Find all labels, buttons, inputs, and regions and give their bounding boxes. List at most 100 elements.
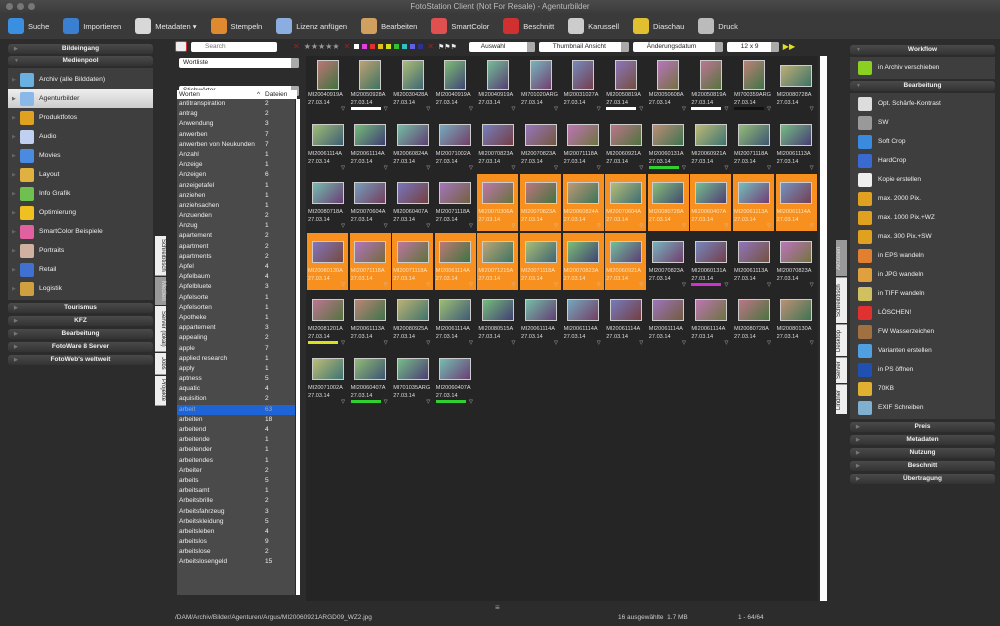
thumbnail-menu-icon[interactable]: ▽ bbox=[469, 399, 473, 405]
toolbar-button-9[interactable]: Diaschau bbox=[633, 18, 684, 34]
search-input[interactable] bbox=[191, 41, 277, 52]
section-header[interactable]: KFZ bbox=[8, 316, 153, 326]
thumbnail-menu-icon[interactable]: ▽ bbox=[469, 106, 473, 112]
thumbnail[interactable]: MI20061113A 27.03.14 ▽ bbox=[350, 291, 391, 348]
word-row[interactable]: Arbeitskleidung 5 bbox=[177, 517, 295, 527]
thumbnail-menu-icon[interactable]: ▽ bbox=[810, 165, 814, 171]
thumbnail[interactable]: MI20071118A 27.03.14 ▽ bbox=[563, 116, 604, 173]
action-item[interactable]: in EPS wandeln bbox=[850, 246, 995, 265]
thumbnail[interactable]: MI20061114A 27.03.14 ▽ bbox=[307, 116, 348, 173]
tab-left-4[interactable]: Projekte bbox=[155, 376, 166, 406]
thumbnail[interactable]: MI20070604A 27.03.14 ▽ bbox=[350, 174, 391, 231]
thumbnail-menu-icon[interactable]: ▽ bbox=[810, 340, 814, 346]
thumbnail-menu-icon[interactable]: ▽ bbox=[554, 340, 558, 346]
tab-right-1[interactable]: Schreibtisch bbox=[836, 277, 847, 323]
word-row[interactable]: arbeiten 18 bbox=[177, 415, 295, 425]
thumbnail[interactable]: MI20080925A 27.03.14 ▽ bbox=[392, 291, 433, 348]
word-row[interactable]: Anzeige 1 bbox=[177, 160, 295, 170]
action-item[interactable]: in PS öffnen bbox=[850, 360, 995, 379]
thumbnail-menu-icon[interactable]: ▽ bbox=[767, 340, 771, 346]
section-header[interactable]: FotoWare 8 Server bbox=[8, 342, 153, 352]
action-item[interactable]: LÖSCHEN! bbox=[850, 303, 995, 322]
word-row[interactable]: Arbeitslosengeld 15 bbox=[177, 557, 295, 567]
section-header[interactable]: Nutzung bbox=[850, 448, 995, 458]
thumbnail-menu-icon[interactable]: ▽ bbox=[341, 340, 345, 346]
thumbnail[interactable]: MI20061113A 27.03.14 ▽ bbox=[733, 174, 774, 232]
thumbnail[interactable]: MI20060407A 27.03.14 ▽ bbox=[690, 174, 732, 232]
thumbnail[interactable]: MI20070604A 27.03.14 ▽ bbox=[605, 174, 647, 232]
fast-forward-icon[interactable]: ▶▶ bbox=[783, 42, 795, 51]
thumbnail-menu-icon[interactable]: ▽ bbox=[682, 106, 686, 112]
action-item[interactable]: max. 2000 Pix. bbox=[850, 189, 995, 208]
action-item[interactable]: HardCrop bbox=[850, 151, 995, 170]
word-row[interactable]: Apfelsorten 1 bbox=[177, 303, 295, 313]
thumbnail-menu-icon[interactable]: ▽ bbox=[426, 282, 430, 288]
thumbnail-menu-icon[interactable]: ▽ bbox=[725, 223, 729, 229]
word-row[interactable]: applied research 1 bbox=[177, 354, 295, 364]
archive-item[interactable]: Produktfotos bbox=[8, 108, 153, 127]
color-label-swatch[interactable] bbox=[402, 44, 408, 49]
thumbnail-menu-icon[interactable]: ▽ bbox=[384, 399, 388, 405]
word-row[interactable]: Apfelsorte 1 bbox=[177, 293, 295, 303]
color-label-swatch[interactable] bbox=[370, 44, 376, 49]
thumbnail[interactable]: MI20060131A 27.03.14 ▽ bbox=[648, 116, 689, 173]
action-item[interactable]: Soft Crop bbox=[850, 132, 995, 151]
thumbnail[interactable]: MI20061114A 27.03.14 ▽ bbox=[520, 291, 561, 348]
thumbnail-menu-icon[interactable]: ▽ bbox=[597, 282, 601, 288]
archive-item[interactable]: Archiv (alle Bilddaten) bbox=[8, 70, 153, 89]
word-row[interactable]: arbeitender 1 bbox=[177, 445, 295, 455]
tab-left-2[interactable]: Server (lokal) bbox=[155, 306, 166, 352]
word-row[interactable]: apartement 2 bbox=[177, 231, 295, 241]
thumbnail[interactable]: MI20071118A 27.03.14 ▽ bbox=[435, 174, 476, 231]
thumbnail[interactable]: MI20071215A 27.03.14 ▽ bbox=[477, 232, 519, 290]
thumbnail-menu-icon[interactable]: ▽ bbox=[639, 340, 643, 346]
word-row[interactable]: Arbeiter 2 bbox=[177, 466, 295, 476]
thumbnail-menu-icon[interactable]: ▽ bbox=[554, 165, 558, 171]
thumbnail[interactable]: MI20060921A 27.03.14 ▽ bbox=[605, 116, 646, 173]
thumbnail-menu-icon[interactable]: ▽ bbox=[810, 282, 814, 288]
thumbnail[interactable]: MI20071118A 27.03.14 ▽ bbox=[520, 232, 561, 290]
thumbnail[interactable]: MI20080728A 27.03.14 ▽ bbox=[733, 291, 774, 348]
thumbnail-menu-icon[interactable]: ▽ bbox=[767, 106, 771, 112]
word-row[interactable]: apartments 2 bbox=[177, 252, 295, 262]
word-row[interactable]: apple 7 bbox=[177, 344, 295, 354]
action-item[interactable]: Opt. Schärfe-Kontrast bbox=[850, 94, 995, 113]
thumbnail-menu-icon[interactable]: ▽ bbox=[554, 223, 558, 229]
thumbnail[interactable]: MI20070823A 27.03.14 ▽ bbox=[520, 116, 561, 173]
archive-item[interactable]: Portraits bbox=[8, 241, 153, 260]
thumbnail-menu-icon[interactable]: ▽ bbox=[469, 282, 473, 288]
thumbnail-menu-icon[interactable]: ▽ bbox=[341, 223, 345, 229]
action-item[interactable]: in JPG wandeln bbox=[850, 265, 995, 284]
thumbnail[interactable]: MI20061114A 27.03.14 ▽ bbox=[690, 291, 731, 348]
thumbnail-menu-icon[interactable]: ▽ bbox=[767, 282, 771, 288]
toolbar-button-10[interactable]: Druck bbox=[698, 18, 738, 34]
action-item[interactable]: FW Wasserzeichen bbox=[850, 322, 995, 341]
word-row[interactable]: arbeitsamt 1 bbox=[177, 486, 295, 496]
thumbnail-menu-icon[interactable]: ▽ bbox=[512, 282, 516, 288]
thumbnail-menu-icon[interactable]: ▽ bbox=[512, 165, 516, 171]
thumbnail-menu-icon[interactable]: ▽ bbox=[639, 106, 643, 112]
archive-item[interactable]: Retail bbox=[8, 260, 153, 279]
action-item[interactable]: Varianten erstellen bbox=[850, 341, 995, 360]
thumbnail[interactable]: MI20061114A 27.03.14 ▽ bbox=[648, 291, 689, 348]
tab-right-0[interactable]: Aktionen bbox=[836, 240, 847, 276]
view-dropdown[interactable]: Thumbnail Ansicht bbox=[538, 41, 629, 52]
thumbnail-menu-icon[interactable]: ▽ bbox=[469, 340, 473, 346]
thumbnail[interactable]: MI20071002A 27.03.14 ▽ bbox=[435, 116, 476, 173]
word-row[interactable]: Anzug 1 bbox=[177, 221, 295, 231]
thumbnail[interactable]: MI20081201A 27.03.14 ▽ bbox=[307, 291, 348, 348]
word-row[interactable]: arbeit 63 bbox=[177, 404, 295, 415]
section-header-bearbeitung[interactable]: Bearbeitung bbox=[850, 81, 995, 91]
section-header[interactable]: Metadaten bbox=[850, 435, 995, 445]
archive-item[interactable]: Info Grafik bbox=[8, 184, 153, 203]
wordlist-scrollbar[interactable] bbox=[296, 99, 300, 595]
thumbnail[interactable]: MI20071002A 27.03.14 ▽ bbox=[307, 350, 348, 407]
section-header[interactable]: Bildeingang bbox=[8, 44, 153, 54]
thumbnail-menu-icon[interactable]: ▽ bbox=[682, 340, 686, 346]
word-row[interactable]: Anzuenden 2 bbox=[177, 211, 295, 221]
word-row[interactable]: anziehsachen 1 bbox=[177, 201, 295, 211]
color-label-swatch[interactable] bbox=[386, 44, 392, 49]
word-row[interactable]: Anzahl 1 bbox=[177, 150, 295, 160]
thumbnail[interactable]: MI20060407A 27.03.14 ▽ bbox=[392, 174, 433, 231]
thumbnail-menu-icon[interactable]: ▽ bbox=[426, 399, 430, 405]
